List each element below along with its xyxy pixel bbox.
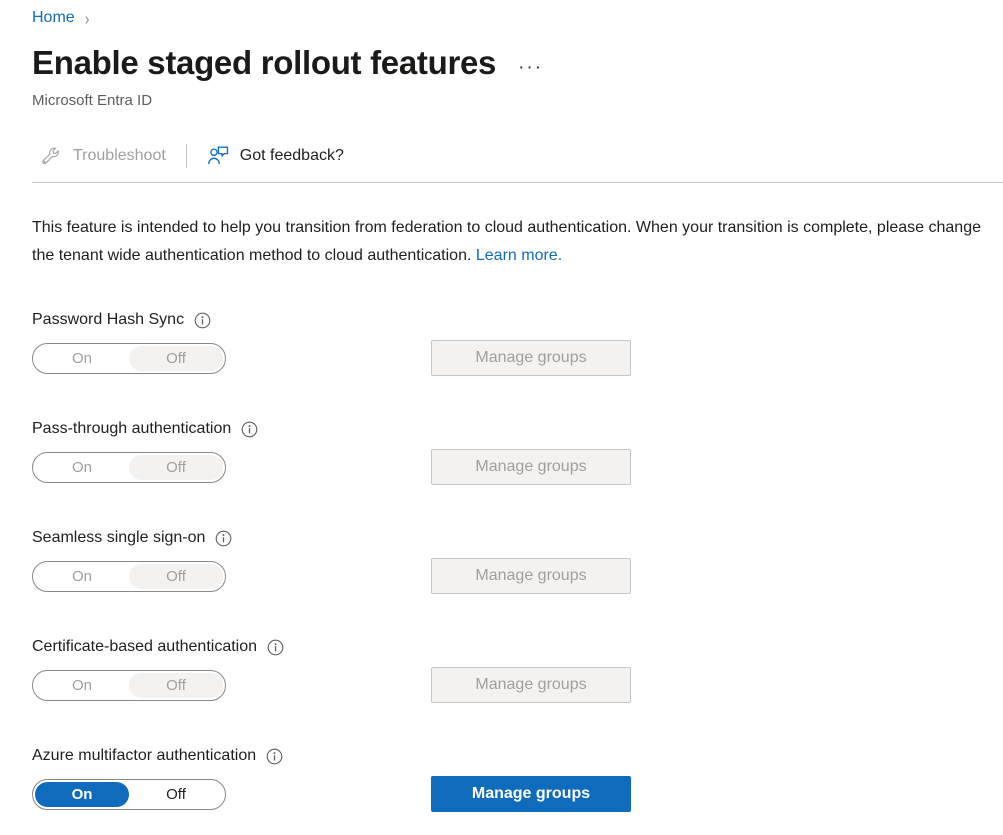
learn-more-link[interactable]: Learn more. [476, 247, 562, 264]
info-circle-icon[interactable] [194, 312, 211, 329]
toggle-option-on[interactable]: On [35, 455, 129, 480]
manage-groups-button-2[interactable]: Manage groups [431, 558, 631, 594]
feature-toggle-2[interactable]: On Off [32, 561, 226, 592]
feature-toggle-4[interactable]: On Off [32, 779, 226, 810]
feature-label-line: Certificate-based authentication [32, 636, 987, 658]
feature-label-line: Pass-through authentication [32, 418, 987, 440]
manage-groups-button-1[interactable]: Manage groups [431, 449, 631, 485]
feature-description: This feature is intended to help you tra… [32, 214, 984, 270]
feature-label: Azure multifactor authentication [32, 745, 256, 767]
command-bar: Troubleshoot Got feedback? [32, 136, 352, 176]
feature-toggle-3[interactable]: On Off [32, 670, 226, 701]
toggle-option-off[interactable]: Off [129, 782, 223, 807]
got-feedback-button[interactable]: Got feedback? [199, 139, 352, 173]
got-feedback-label: Got feedback? [240, 146, 344, 166]
toggle-option-off[interactable]: Off [129, 673, 223, 698]
feature-row-4: Azure multifactor authentication On Off … [32, 745, 987, 835]
feature-label: Pass-through authentication [32, 418, 231, 440]
feature-toggle-0[interactable]: On Off [32, 343, 226, 374]
toggle-option-off[interactable]: Off [129, 455, 223, 480]
command-bar-divider [186, 144, 187, 168]
feature-toggle-1[interactable]: On Off [32, 452, 226, 483]
toggle-option-on[interactable]: On [35, 782, 129, 807]
page-title: Enable staged rollout features [32, 42, 496, 84]
feature-label: Certificate-based authentication [32, 636, 257, 658]
feature-label: Password Hash Sync [32, 309, 184, 331]
toggle-option-off[interactable]: Off [129, 564, 223, 589]
page-subtitle: Microsoft Entra ID [32, 91, 152, 111]
feature-row-1: Pass-through authentication On Off Manag… [32, 418, 987, 527]
info-circle-icon[interactable] [266, 748, 283, 765]
more-options-button[interactable]: ··· [518, 58, 543, 78]
staged-rollout-feature-list: Password Hash Sync On Off Manage groups … [32, 309, 987, 835]
chevron-right-icon: › [85, 6, 90, 31]
feature-row-3: Certificate-based authentication On Off … [32, 636, 987, 745]
feature-label-line: Seamless single sign-on [32, 527, 987, 549]
feature-row-0: Password Hash Sync On Off Manage groups [32, 309, 987, 418]
toggle-option-off[interactable]: Off [129, 346, 223, 371]
info-circle-icon[interactable] [267, 639, 284, 656]
toggle-option-on[interactable]: On [35, 346, 129, 371]
info-circle-icon[interactable] [215, 530, 232, 547]
troubleshoot-button[interactable]: Troubleshoot [32, 139, 174, 173]
toggle-option-on[interactable]: On [35, 564, 129, 589]
person-feedback-icon [207, 145, 229, 167]
manage-groups-button-3[interactable]: Manage groups [431, 667, 631, 703]
manage-groups-button-4[interactable]: Manage groups [431, 776, 631, 812]
feature-row-2: Seamless single sign-on On Off Manage gr… [32, 527, 987, 636]
breadcrumb-home-link[interactable]: Home [32, 8, 75, 28]
toggle-option-on[interactable]: On [35, 673, 129, 698]
wrench-icon [40, 145, 62, 167]
breadcrumb: Home › [32, 6, 89, 30]
page-title-row: Enable staged rollout features ··· [32, 42, 543, 84]
troubleshoot-label: Troubleshoot [73, 146, 166, 166]
feature-label-line: Azure multifactor authentication [32, 745, 987, 767]
command-bar-separator-line [32, 182, 1003, 183]
manage-groups-button-0[interactable]: Manage groups [431, 340, 631, 376]
feature-label: Seamless single sign-on [32, 527, 205, 549]
feature-label-line: Password Hash Sync [32, 309, 987, 331]
info-circle-icon[interactable] [241, 421, 258, 438]
